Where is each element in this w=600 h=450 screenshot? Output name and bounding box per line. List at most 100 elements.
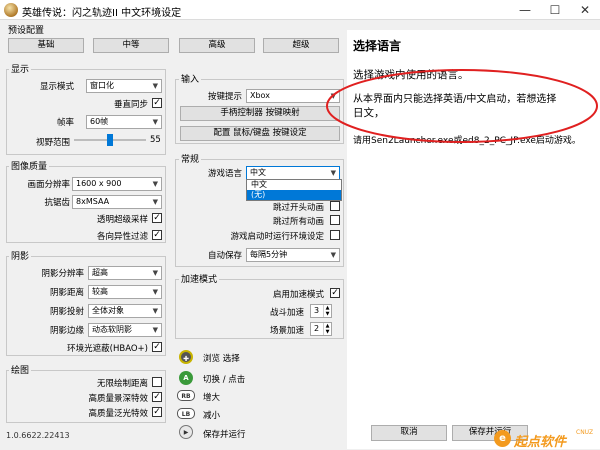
language-dropdown-list[interactable]: 中文 (无) — [246, 179, 342, 201]
chevron-down-icon: ▼ — [330, 92, 336, 100]
fov-label: 视野范围 — [35, 138, 70, 148]
dof-label: 高质量景深特效 — [88, 394, 148, 404]
logo-text: 起点软件 — [514, 435, 567, 450]
chevron-down-icon: ▼ — [152, 118, 158, 126]
close-icon[interactable]: ✕ — [570, 0, 600, 20]
help-panel: 选择语言 选择游戏内使用的语言。 从本界面内只能选择英语/中文启动，若想选择 日… — [347, 30, 600, 449]
shadow-proj-label: 阴影投射 — [49, 307, 84, 317]
accel-enable-label: 启用加速模式 — [272, 290, 324, 300]
a-button-icon: A — [179, 371, 193, 385]
language-option-none[interactable]: (无) — [247, 190, 341, 200]
display-mode-select[interactable]: 窗口化 ▼ — [86, 79, 162, 93]
skip-all-checkbox[interactable] — [330, 215, 340, 225]
field-speed-stepper[interactable]: 2 ▲ ▼ — [310, 322, 332, 336]
control-label-decrease: 减小 — [203, 411, 221, 421]
display-group-label: 显示 — [9, 62, 32, 75]
shadow-group-label: 阴影 — [9, 249, 32, 262]
fov-slider-thumb[interactable] — [107, 134, 114, 146]
fps-select[interactable]: 60帧 ▼ — [86, 115, 162, 129]
logo-icon: e — [494, 430, 511, 447]
autosave-select[interactable]: 每隔5分钟 ▼ — [246, 248, 340, 262]
autosave-label: 自动保存 — [207, 251, 242, 261]
control-label-increase: 增大 — [203, 393, 221, 403]
stepper-arrows-icon[interactable]: ▲ ▼ — [323, 305, 331, 317]
hbao-checkbox[interactable]: ✓ — [152, 342, 162, 352]
keyboard-mapping-button[interactable]: 配置 鼠标/键盘 按键设定 — [180, 126, 340, 141]
run-env-checkbox[interactable] — [330, 230, 340, 240]
shadow-proj-select[interactable]: 全体对象 ▼ — [88, 304, 162, 318]
skip-opening-checkbox[interactable] — [330, 201, 340, 211]
display-mode-label: 显示模式 — [39, 82, 74, 92]
aa-label: 抗锯齿 — [44, 198, 70, 208]
chevron-down-icon: ▼ — [152, 307, 158, 315]
help-line-1: 选择游戏内使用的语言。 — [353, 69, 469, 81]
language-select[interactable]: 中文 ▼ — [246, 166, 340, 180]
button-hint-label: 按键提示 — [207, 92, 242, 102]
language-option-chinese[interactable]: 中文 — [247, 180, 341, 190]
battle-speed-stepper[interactable]: 3 ▲ ▼ — [310, 304, 332, 318]
aa-select[interactable]: 8xMSAA ▼ — [72, 195, 162, 209]
control-label-save-run: 保存并运行 — [203, 430, 246, 440]
chevron-down-icon: ▼ — [330, 251, 336, 259]
infinite-draw-checkbox[interactable] — [152, 377, 162, 387]
app-icon — [4, 3, 18, 17]
vsync-label: 垂直同步 — [113, 100, 148, 110]
shadow-blur-label: 阴影边缘 — [49, 326, 84, 336]
fps-label: 帧率 — [56, 118, 74, 128]
infinite-draw-label: 无限绘制距离 — [96, 379, 148, 389]
bloom-label: 高质量泛光特效 — [88, 409, 148, 419]
rb-button-icon: RB — [177, 390, 195, 401]
control-label-toggle: 切换 / 点击 — [203, 375, 246, 385]
chevron-down-icon: ▼ — [152, 288, 158, 296]
draw-group-label: 绘图 — [9, 363, 32, 376]
accel-group-label: 加速模式 — [179, 272, 220, 285]
logo-sub: CNUZ — [576, 429, 594, 436]
chevron-down-icon: ▼ — [152, 269, 158, 277]
start-button-icon: ▶ — [179, 425, 193, 439]
transparent-ss-label: 透明超级采样 — [96, 215, 148, 225]
chevron-down-icon: ▼ — [330, 169, 336, 177]
help-line-4: 请用Sen2Launcher.exe或ed8_2_PC_JP.exe启动游戏。 — [353, 136, 581, 146]
battle-speed-label: 战斗加速 — [269, 308, 304, 318]
hbao-label: 环境光遮蔽(HBAO+) — [67, 344, 148, 354]
preset-high-button[interactable]: 高级 — [179, 38, 255, 53]
preset-medium-button[interactable]: 中等 — [93, 38, 169, 53]
run-env-label: 游戏启动时运行环境设定 — [230, 232, 324, 242]
help-line-2: 从本界面内只能选择英语/中文启动，若想选择 — [353, 94, 557, 105]
dpad-icon: ✚ — [179, 350, 193, 364]
resolution-select[interactable]: 1600 x 900 ▼ — [72, 177, 162, 191]
dof-checkbox[interactable]: ✓ — [152, 392, 162, 402]
field-speed-label: 场景加速 — [269, 326, 304, 336]
transparent-ss-checkbox[interactable]: ✓ — [152, 213, 162, 223]
help-title: 选择语言 — [353, 39, 402, 53]
skip-all-label: 跳过所有动画 — [272, 217, 324, 227]
lb-button-icon: LB — [177, 408, 195, 419]
accel-enable-checkbox[interactable]: ✓ — [330, 288, 340, 298]
general-group-label: 常规 — [179, 152, 202, 165]
stepper-arrows-icon[interactable]: ▲ ▼ — [323, 323, 331, 335]
cancel-button[interactable]: 取消 — [371, 425, 447, 441]
preset-basic-button[interactable]: 基础 — [8, 38, 84, 53]
shadow-dist-select[interactable]: 较高 ▼ — [88, 285, 162, 299]
controller-mapping-button[interactable]: 手柄控制器 按键映射 — [180, 106, 340, 121]
control-label-browse: 浏览 选择 — [203, 354, 240, 364]
help-line-3: 日文， — [353, 107, 385, 119]
maximize-icon[interactable]: ☐ — [540, 0, 570, 20]
aniso-checkbox[interactable]: ✓ — [152, 230, 162, 240]
minimize-icon[interactable]: — — [510, 0, 540, 20]
preset-ultra-button[interactable]: 超级 — [263, 38, 339, 53]
version-label: 1.0.6622.22413 — [6, 431, 70, 440]
skip-opening-label: 跳过开头动画 — [272, 203, 324, 213]
button-hint-select[interactable]: Xbox ▼ — [246, 89, 340, 103]
shadow-res-select[interactable]: 超高 ▼ — [88, 266, 162, 280]
shadow-res-label: 阴影分辨率 — [41, 269, 84, 279]
vsync-checkbox[interactable]: ✓ — [152, 98, 162, 108]
title-bar: 英雄传说：闪之轨迹II 中文环境设定 — ☐ ✕ — [0, 0, 600, 20]
chevron-down-icon: ▼ — [152, 82, 158, 90]
bloom-checkbox[interactable]: ✓ — [152, 407, 162, 417]
shadow-blur-select[interactable]: 动态软阴影 ▼ — [88, 323, 162, 337]
aniso-label: 各向异性过滤 — [96, 232, 148, 242]
chevron-down-icon: ▼ — [152, 198, 158, 206]
presets-label: 预设配置 — [8, 26, 45, 36]
chevron-down-icon: ▼ — [152, 326, 158, 334]
